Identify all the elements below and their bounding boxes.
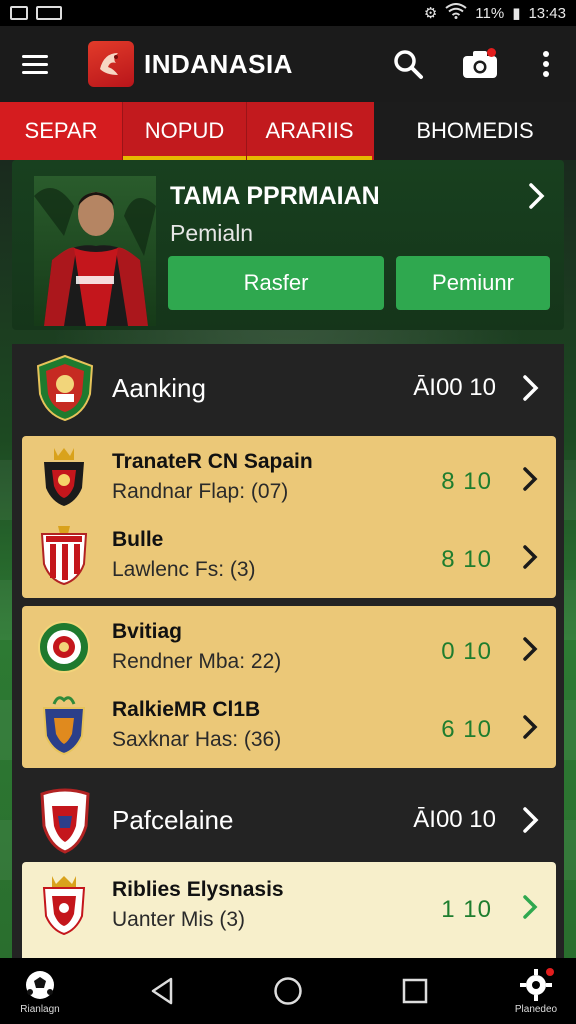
section-chevron[interactable] bbox=[516, 374, 546, 402]
hamburger-icon bbox=[22, 54, 48, 58]
section-header[interactable]: Pafcelaine ĀI00 10 bbox=[12, 776, 564, 864]
section-header[interactable]: Aanking ĀI00 10 bbox=[12, 344, 564, 432]
app-title: INDANASIA bbox=[144, 48, 293, 79]
app-logo bbox=[88, 41, 134, 87]
club-crest-icon bbox=[40, 788, 90, 854]
menu-button[interactable] bbox=[0, 26, 70, 102]
player-card-chevron[interactable] bbox=[528, 182, 546, 215]
nav-rianlagn[interactable]: Rianlagn bbox=[0, 958, 80, 1024]
ranking-row[interactable]: Bulle Lawlenc Fs: (3) 8 10 bbox=[22, 516, 556, 594]
battery-icon: ▮ bbox=[512, 5, 521, 22]
chevron-right-icon bbox=[523, 895, 538, 919]
soccer-ball-icon bbox=[26, 970, 54, 999]
app-bar: INDANASIA bbox=[0, 26, 576, 102]
gallery-notification-icon bbox=[36, 6, 62, 20]
team-subtitle: Rendner Mba: 22) bbox=[112, 650, 282, 673]
tab-bhomedis[interactable]: BHOMEDIS bbox=[372, 102, 576, 160]
nav-label: Planedeo bbox=[514, 1003, 558, 1015]
search-icon bbox=[394, 50, 423, 79]
ranking-row[interactable]: RalkieMR Cl1B Saxknar Has: (36) 6 10 bbox=[22, 686, 556, 764]
team-crest-icon bbox=[44, 448, 84, 506]
back-triangle-icon bbox=[151, 977, 172, 1005]
team-name: Riblies Elysnasis bbox=[112, 878, 284, 901]
ranking-section: Pafcelaine ĀI00 10 Riblies Elysnasis Uan… bbox=[12, 776, 564, 958]
recents-button[interactable] bbox=[370, 958, 460, 1024]
pemiunr-button[interactable]: Pemiunr bbox=[396, 256, 550, 310]
wifi-icon bbox=[445, 3, 467, 23]
row-chevron[interactable] bbox=[522, 544, 538, 575]
row-chevron[interactable] bbox=[522, 636, 538, 667]
status-bar: ⚙ 11% ▮ 13:43 bbox=[0, 0, 576, 26]
section-score: ĀI00 10 bbox=[413, 374, 496, 401]
team-subtitle: Lawlenc Fs: (3) bbox=[112, 558, 256, 581]
chevron-right-icon bbox=[523, 807, 539, 833]
team-subtitle: Saxknar Has: (36) bbox=[112, 728, 282, 751]
chevron-right-icon bbox=[523, 545, 538, 569]
team-crest-icon bbox=[40, 526, 88, 586]
ranking-section: Aanking ĀI00 10 TranateR CN Sapain Randn… bbox=[12, 344, 564, 776]
chevron-right-icon bbox=[523, 715, 538, 739]
team-name: Bulle bbox=[112, 528, 164, 551]
row-chevron[interactable] bbox=[522, 466, 538, 497]
ranking-row[interactable]: Bvitiag Rendner Mba: 22) 0 10 bbox=[22, 608, 556, 686]
notification-dot bbox=[487, 48, 496, 57]
chevron-right-icon bbox=[529, 183, 545, 209]
section-score: ĀI00 10 bbox=[413, 806, 496, 833]
team-score: 8 10 bbox=[441, 468, 492, 495]
team-score: 0 10 bbox=[441, 638, 492, 665]
team-subtitle: Uanter Mis (3) bbox=[112, 908, 246, 931]
tab-bar: SEPAR NOPUD ARARIIS BHOMEDIS bbox=[0, 102, 576, 160]
image-notification-icon bbox=[10, 6, 28, 20]
team-subtitle: Randnar Flap: (07) bbox=[112, 480, 289, 503]
player-photo bbox=[34, 176, 156, 326]
chevron-right-icon bbox=[523, 637, 538, 661]
team-crest-icon bbox=[42, 696, 86, 756]
player-card-subtitle: Pemialn bbox=[170, 220, 254, 246]
player-card-title: TAMA PPRMAIAN bbox=[170, 182, 380, 210]
bottom-navigation: Rianlagn Planedeo bbox=[0, 958, 576, 1024]
tab-separ[interactable]: SEPAR bbox=[0, 102, 122, 160]
overflow-menu-button[interactable] bbox=[516, 26, 576, 102]
section-title: Pafcelaine bbox=[112, 804, 234, 835]
team-score: 8 10 bbox=[441, 546, 492, 573]
chevron-right-icon bbox=[523, 375, 539, 401]
team-name: RalkieMR Cl1B bbox=[112, 698, 261, 721]
alarm-icon: ⚙ bbox=[423, 5, 438, 22]
home-button[interactable] bbox=[243, 958, 333, 1024]
team-name: TranateR CN Sapain bbox=[112, 450, 313, 473]
nav-planedeo[interactable]: Planedeo bbox=[496, 958, 576, 1024]
player-card: TAMA PPRMAIAN Pemialn Rasfer Pemiunr bbox=[12, 160, 564, 330]
recents-square-icon bbox=[402, 978, 427, 1004]
team-crest-icon bbox=[42, 876, 86, 936]
settings-gear-icon bbox=[520, 967, 554, 1001]
section-title: Aanking bbox=[112, 372, 206, 403]
ranking-group: TranateR CN Sapain Randnar Flap: (07) 8 … bbox=[22, 436, 556, 598]
row-chevron[interactable] bbox=[522, 894, 538, 925]
home-circle-icon bbox=[274, 977, 302, 1005]
section-chevron[interactable] bbox=[516, 806, 546, 834]
clock: 13:43 bbox=[528, 4, 566, 22]
ranking-row[interactable]: Riblies Elysnasis Uanter Mis (3) 1 10 bbox=[22, 866, 556, 944]
more-vert-icon bbox=[543, 51, 549, 77]
tab-ararius[interactable]: ARARIIS bbox=[246, 102, 372, 160]
team-crest-icon bbox=[38, 621, 90, 673]
row-chevron[interactable] bbox=[522, 714, 538, 745]
ranking-row[interactable]: TranateR CN Sapain Randnar Flap: (07) 8 … bbox=[22, 438, 556, 516]
tab-nopud[interactable]: NOPUD bbox=[122, 102, 246, 160]
search-button[interactable] bbox=[372, 26, 444, 102]
camera-button[interactable] bbox=[444, 26, 516, 102]
team-score: 6 10 bbox=[441, 716, 492, 743]
battery-level: 11% bbox=[475, 4, 505, 22]
ranking-group: Bvitiag Rendner Mba: 22) 0 10 RalkieMR C… bbox=[22, 606, 556, 768]
chevron-right-icon bbox=[523, 467, 538, 491]
rasfer-button[interactable]: Rasfer bbox=[168, 256, 384, 310]
nav-label: Rianlagn bbox=[20, 1003, 60, 1015]
team-score: 1 10 bbox=[441, 896, 492, 923]
back-button[interactable] bbox=[117, 958, 207, 1024]
ranking-group: Riblies Elysnasis Uanter Mis (3) 1 10 bbox=[22, 862, 556, 958]
club-crest-icon bbox=[36, 354, 94, 422]
team-name: Bvitiag bbox=[112, 620, 183, 643]
